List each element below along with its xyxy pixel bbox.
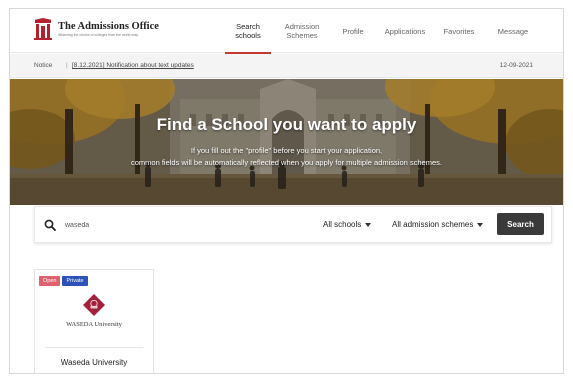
chevron-down-icon bbox=[477, 222, 484, 227]
type-badge-private: Private bbox=[62, 276, 88, 286]
card-badges: Open Private bbox=[39, 276, 88, 286]
notice-label: Notice bbox=[34, 62, 53, 69]
nav-favorites[interactable]: Favorites bbox=[437, 9, 481, 53]
search-input[interactable] bbox=[65, 218, 295, 233]
search-button[interactable]: Search bbox=[497, 213, 544, 235]
status-badge-open: Open bbox=[39, 276, 61, 286]
university-emblem-icon bbox=[83, 294, 105, 316]
brand-logo[interactable]: The Admissions Office Widening the choic… bbox=[34, 18, 159, 40]
school-result-card[interactable]: Open Private WASEDA University Waseda Un… bbox=[34, 269, 154, 373]
notice-date: 12-09-2021 bbox=[499, 62, 533, 69]
notice-bar: Notice | [8.12.2021] Notification about … bbox=[10, 54, 563, 78]
notice-link[interactable]: [8.12.2021] Notification about text upda… bbox=[72, 62, 194, 69]
hero-subtitle: If you fill out the "profile" before you… bbox=[131, 146, 442, 167]
app-frame: The Admissions Office Widening the choic… bbox=[9, 8, 564, 374]
hero-banner: Find a School you want to apply If you f… bbox=[10, 79, 563, 205]
school-search-bar: All schools All admission schemes Search bbox=[34, 206, 552, 243]
card-divider bbox=[45, 347, 143, 348]
university-logo-text: WASEDA University bbox=[66, 321, 122, 328]
school-name: Waseda University bbox=[60, 358, 128, 367]
nav-admission-schemes[interactable]: Admission Schemes bbox=[279, 9, 325, 53]
top-header: The Admissions Office Widening the choic… bbox=[10, 9, 563, 54]
brand-title: The Admissions Office bbox=[58, 20, 159, 32]
chevron-down-icon bbox=[365, 222, 372, 227]
nav-applications[interactable]: Applications bbox=[379, 9, 431, 53]
campus-background-image bbox=[10, 79, 563, 205]
main-nav: Search schools Admission Schemes Profile… bbox=[225, 9, 533, 54]
gate-icon bbox=[34, 18, 52, 40]
notice-separator: | bbox=[66, 62, 68, 69]
school-type-dropdown[interactable]: All schools bbox=[323, 220, 372, 229]
brand-subtitle: Widening the choice of colleges from the… bbox=[58, 32, 139, 37]
admission-scheme-dropdown[interactable]: All admission schemes bbox=[392, 220, 484, 229]
search-icon bbox=[44, 219, 56, 231]
nav-search-schools[interactable]: Search schools bbox=[225, 9, 271, 54]
nav-profile[interactable]: Profile bbox=[333, 9, 373, 53]
nav-message[interactable]: Message bbox=[493, 9, 533, 53]
hero-title: Find a School you want to apply bbox=[156, 115, 417, 134]
